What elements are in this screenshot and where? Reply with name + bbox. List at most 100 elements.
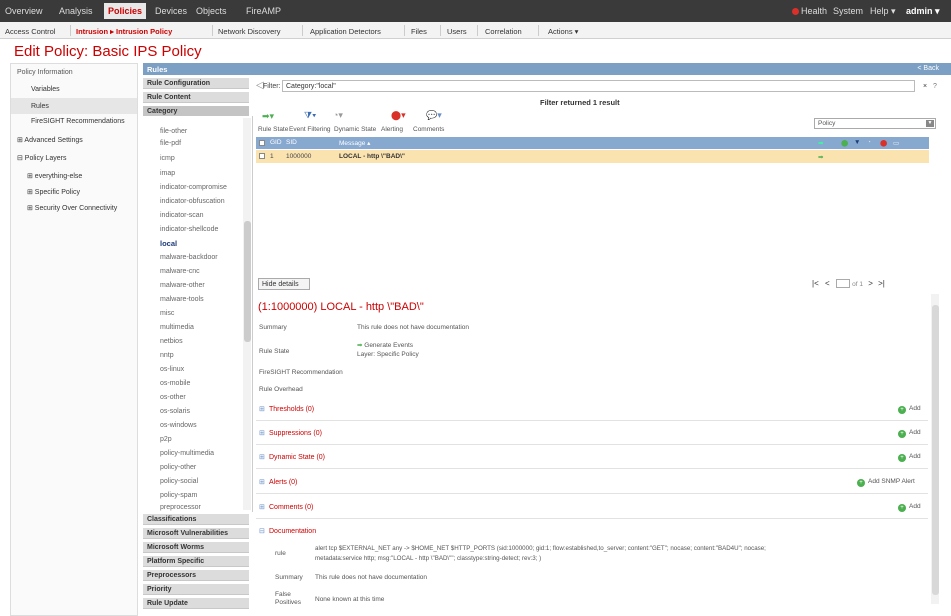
category-item[interactable]: imap	[160, 170, 175, 177]
category-item[interactable]: indicator-obfuscation	[160, 198, 225, 205]
category-item[interactable]: policy-spam	[160, 492, 197, 499]
nav-overview[interactable]: Overview	[5, 6, 43, 16]
category-scrollbar-thumb[interactable]	[244, 221, 251, 342]
select-all-checkbox[interactable]	[259, 140, 265, 146]
category-item[interactable]: icmp	[160, 155, 175, 162]
alerting-label[interactable]: Alerting	[381, 126, 403, 133]
section-comments[interactable]: ⊞ Comments (0)	[259, 503, 313, 511]
section-documentation[interactable]: ⊟ Documentation	[259, 527, 316, 535]
column-gid[interactable]: GID	[270, 139, 282, 146]
accordion-microsoft-worms[interactable]: Microsoft Worms	[143, 542, 249, 553]
sidebar-item-variables[interactable]: Variables	[31, 86, 60, 93]
category-item[interactable]: malware-other	[160, 282, 205, 289]
add-comment-button[interactable]: + Add	[898, 503, 921, 512]
add-dynamic-state-button[interactable]: + Add	[898, 453, 921, 462]
sidebar-item-rules[interactable]: Rules	[11, 98, 137, 114]
policy-select[interactable]: Policy ▼	[814, 118, 936, 129]
alerting-icon[interactable]: ⬤▾	[391, 110, 406, 121]
category-item[interactable]: os-linux	[160, 366, 184, 373]
tab-access-control[interactable]: Access Control	[5, 27, 55, 36]
category-item[interactable]: os-windows	[160, 422, 197, 429]
back-link[interactable]: < Back	[917, 65, 939, 72]
sidebar-item-layer-security-over-connectivity[interactable]: ⊞ Security Over Connectivity	[27, 204, 117, 212]
first-page-icon[interactable]: |<	[812, 279, 819, 288]
generate-events-icon[interactable]: ➡	[818, 153, 823, 161]
accordion-microsoft-vulnerabilities[interactable]: Microsoft Vulnerabilities	[143, 528, 249, 539]
column-sid[interactable]: SID	[286, 139, 297, 146]
section-dynamic-state[interactable]: ⊞ Dynamic State (0)	[259, 453, 325, 461]
section-suppressions[interactable]: ⊞ Suppressions (0)	[259, 429, 322, 437]
category-item[interactable]: os-other	[160, 394, 186, 401]
row-checkbox[interactable]	[259, 153, 265, 159]
event-filtering-icon[interactable]: ⧩▾	[304, 110, 316, 121]
sidebar-item-policy-layers[interactable]: ⊟ Policy Layers	[17, 154, 66, 162]
category-item[interactable]: netbios	[160, 338, 183, 345]
sidebar-item-layer-everything-else[interactable]: ⊞ everything-else	[27, 172, 82, 180]
category-item[interactable]: os-mobile	[160, 380, 190, 387]
nav-policies[interactable]: Policies	[104, 3, 147, 19]
row-message[interactable]: LOCAL - http \"BAD\"	[339, 153, 405, 160]
filter-help-icon[interactable]: ?	[933, 83, 937, 90]
rule-state-label[interactable]: Rule State	[258, 126, 288, 133]
category-item[interactable]: file-pdf	[160, 140, 181, 147]
category-item[interactable]: preprocessor	[160, 504, 201, 511]
nav-devices[interactable]: Devices	[155, 6, 187, 16]
nav-fireamp[interactable]: FireAMP	[246, 6, 281, 16]
event-filtering-label[interactable]: Event Filtering	[289, 126, 331, 133]
accordion-rule-update[interactable]: Rule Update	[143, 598, 249, 609]
category-item[interactable]: p2p	[160, 436, 172, 443]
section-alerts[interactable]: ⊞ Alerts (0)	[259, 478, 297, 486]
clear-filter-button[interactable]: ×	[923, 83, 927, 90]
dynamic-state-label[interactable]: Dynamic State	[334, 126, 376, 133]
category-item[interactable]: nntp	[160, 352, 174, 359]
category-item[interactable]: policy-multimedia	[160, 450, 214, 457]
accordion-priority[interactable]: Priority	[143, 584, 249, 595]
page-number-input[interactable]	[835, 279, 850, 289]
admin-menu[interactable]: admin ▾	[906, 6, 940, 17]
health-link[interactable]: Health	[792, 6, 827, 16]
details-scrollbar-thumb[interactable]	[932, 305, 939, 595]
category-item[interactable]: os-solaris	[160, 408, 190, 415]
tab-correlation[interactable]: Correlation	[485, 27, 522, 36]
comments-label[interactable]: Comments	[413, 126, 444, 133]
category-item[interactable]: multimedia	[160, 324, 194, 331]
add-suppression-button[interactable]: + Add	[898, 429, 921, 438]
category-item[interactable]: malware-tools	[160, 296, 204, 303]
tab-network-discovery[interactable]: Network Discovery	[218, 27, 281, 36]
hide-details-button[interactable]: Hide details	[258, 278, 310, 290]
actions-menu[interactable]: Actions ▾	[548, 27, 578, 36]
accordion-preprocessors[interactable]: Preprocessors	[143, 570, 249, 581]
sidebar-item-policy-information[interactable]: Policy Information	[17, 69, 73, 76]
category-item[interactable]: indicator-scan	[160, 212, 204, 219]
prev-page-icon[interactable]: <	[825, 279, 830, 288]
help-menu[interactable]: Help ▾	[870, 6, 896, 17]
category-item-local[interactable]: local	[160, 239, 177, 248]
section-thresholds[interactable]: ⊞ Thresholds (0)	[259, 405, 314, 413]
tab-users[interactable]: Users	[447, 27, 467, 36]
accordion-classifications[interactable]: Classifications	[143, 514, 249, 525]
category-item[interactable]: policy-other	[160, 464, 196, 471]
category-item[interactable]: indicator-compromise	[160, 184, 227, 191]
nav-objects[interactable]: Objects	[196, 6, 227, 16]
accordion-platform-specific[interactable]: Platform Specific	[143, 556, 249, 567]
table-row[interactable]: 1 1000000 LOCAL - http \"BAD\" ➡	[256, 150, 929, 163]
tab-intrusion-policy[interactable]: Intrusion ▸ Intrusion Policy	[76, 27, 172, 36]
sidebar-item-firesight[interactable]: FireSIGHT Recommendations	[31, 118, 125, 125]
sidebar-item-advanced-settings[interactable]: ⊞ Advanced Settings	[17, 136, 83, 144]
accordion-rule-content[interactable]: Rule Content	[143, 92, 249, 103]
column-message[interactable]: Message ▴	[339, 139, 370, 147]
category-item[interactable]: indicator-shellcode	[160, 226, 218, 233]
dynamic-state-icon[interactable]: ◔▾	[333, 110, 343, 121]
system-menu[interactable]: System	[833, 6, 863, 16]
comments-icon[interactable]: 💬▾	[426, 110, 442, 121]
category-item[interactable]: policy-social	[160, 478, 198, 485]
category-item[interactable]: file-other	[160, 128, 187, 135]
tab-application-detectors[interactable]: Application Detectors	[310, 27, 381, 36]
category-item[interactable]: misc	[160, 310, 174, 317]
category-item[interactable]: malware-backdoor	[160, 254, 218, 261]
category-item[interactable]: malware-cnc	[160, 268, 200, 275]
sidebar-item-layer-specific-policy[interactable]: ⊞ Specific Policy	[27, 188, 80, 196]
tab-files[interactable]: Files	[411, 27, 427, 36]
last-page-icon[interactable]: >|	[878, 279, 885, 288]
add-threshold-button[interactable]: + Add	[898, 405, 921, 414]
